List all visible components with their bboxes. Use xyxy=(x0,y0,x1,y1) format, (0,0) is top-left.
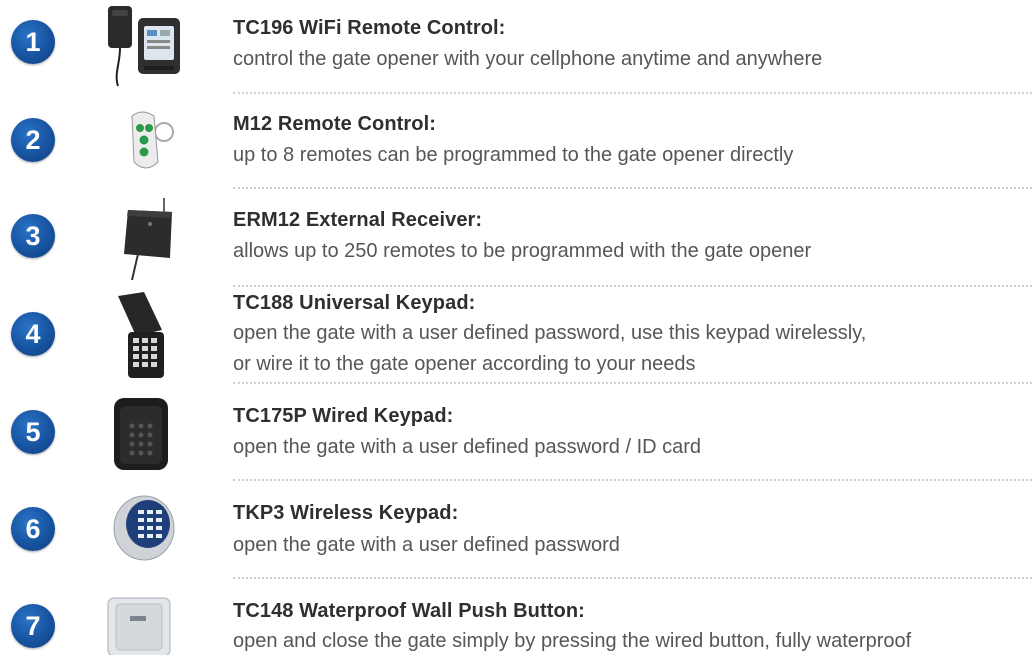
item-title: TC148 Waterproof Wall Push Button: xyxy=(233,600,585,622)
external-receiver-icon xyxy=(124,198,172,281)
item-title: TC175P Wired Keypad: xyxy=(233,405,454,427)
row-divider xyxy=(233,479,1032,481)
number-badge: 4 xyxy=(11,312,55,356)
row-divider xyxy=(233,577,1032,579)
item-description-line: or wire it to the gate opener according … xyxy=(233,353,696,375)
item-title: TC196 WiFi Remote Control: xyxy=(233,17,506,39)
item-title: TC188 Universal Keypad: xyxy=(233,292,476,314)
row-divider xyxy=(233,285,1032,287)
item-description-line: open the gate with a user defined passwo… xyxy=(233,322,867,344)
waterproof-push-button-icon xyxy=(107,597,171,655)
number-badge: 7 xyxy=(11,604,55,648)
row-divider xyxy=(233,92,1032,94)
number-badge: 5 xyxy=(11,410,55,454)
item-description-line: up to 8 remotes can be programmed to the… xyxy=(233,144,794,166)
item-description-line: allows up to 250 remotes to be programme… xyxy=(233,240,812,262)
number-badge: 6 xyxy=(11,507,55,551)
number-badge: 1 xyxy=(11,20,55,64)
item-title: M12 Remote Control: xyxy=(233,113,437,135)
row-divider xyxy=(233,382,1032,384)
item-description-line: control the gate opener with your cellph… xyxy=(233,48,823,70)
key-fob-remote-icon xyxy=(131,111,174,169)
item-title: ERM12 External Receiver: xyxy=(233,209,483,231)
wired-keypad-icon xyxy=(114,398,168,470)
item-description-line: open the gate with a user defined passwo… xyxy=(233,534,620,556)
item-description-line: open and close the gate simply by pressi… xyxy=(233,630,912,652)
round-wireless-keypad-icon xyxy=(113,495,175,561)
item-description-line: open the gate with a user defined passwo… xyxy=(233,436,702,458)
wifi-remote-control-icon xyxy=(108,6,180,87)
number-badge: 2 xyxy=(11,118,55,162)
item-title: TKP3 Wireless Keypad: xyxy=(233,502,459,524)
row-divider xyxy=(233,187,1032,189)
number-badge: 3 xyxy=(11,214,55,258)
universal-keypad-icon xyxy=(118,292,164,378)
